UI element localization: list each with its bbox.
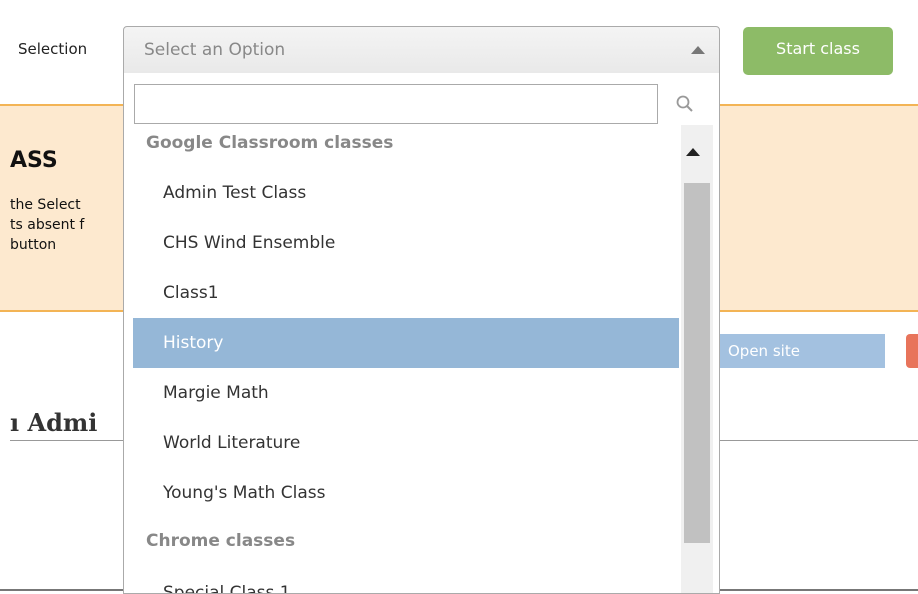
option-item[interactable]: CHS Wind Ensemble <box>133 218 679 268</box>
banner-text-line: the Select <box>10 197 81 213</box>
section-heading: ı Admi <box>10 408 98 437</box>
option-item-highlighted[interactable]: History <box>133 318 679 368</box>
option-item[interactable]: Young's Math Class <box>133 468 679 518</box>
option-item[interactable]: Class1 <box>133 268 679 318</box>
banner-text-line: button <box>10 237 57 253</box>
open-site-button[interactable]: Open site <box>700 334 885 368</box>
delete-button[interactable] <box>906 334 918 368</box>
banner-text-line: ts absent f <box>10 217 85 233</box>
scroll-up-arrow-icon[interactable] <box>686 148 700 156</box>
group-label: Google Classroom classes <box>146 133 394 153</box>
scrollbar-thumb[interactable] <box>684 183 710 543</box>
options-list: Google Classroom classes Admin Test Clas… <box>124 125 719 593</box>
banner-title: ASS <box>10 148 58 173</box>
option-item[interactable]: Admin Test Class <box>133 168 679 218</box>
start-class-button[interactable]: Start class <box>743 27 893 75</box>
option-item[interactable]: World Literature <box>133 418 679 468</box>
select-dropdown: Google Classroom classes Admin Test Clas… <box>123 73 720 594</box>
option-item[interactable]: Margie Math <box>133 368 679 418</box>
selection-label: Selection <box>18 40 88 58</box>
group-label: Chrome classes <box>146 531 296 551</box>
option-item[interactable]: Special Class 1 <box>133 568 679 593</box>
search-icon <box>676 95 693 112</box>
chevron-up-icon <box>691 46 705 54</box>
search-input[interactable] <box>134 84 658 124</box>
class-select[interactable]: Select an Option <box>123 26 720 74</box>
select-placeholder: Select an Option <box>144 40 286 60</box>
